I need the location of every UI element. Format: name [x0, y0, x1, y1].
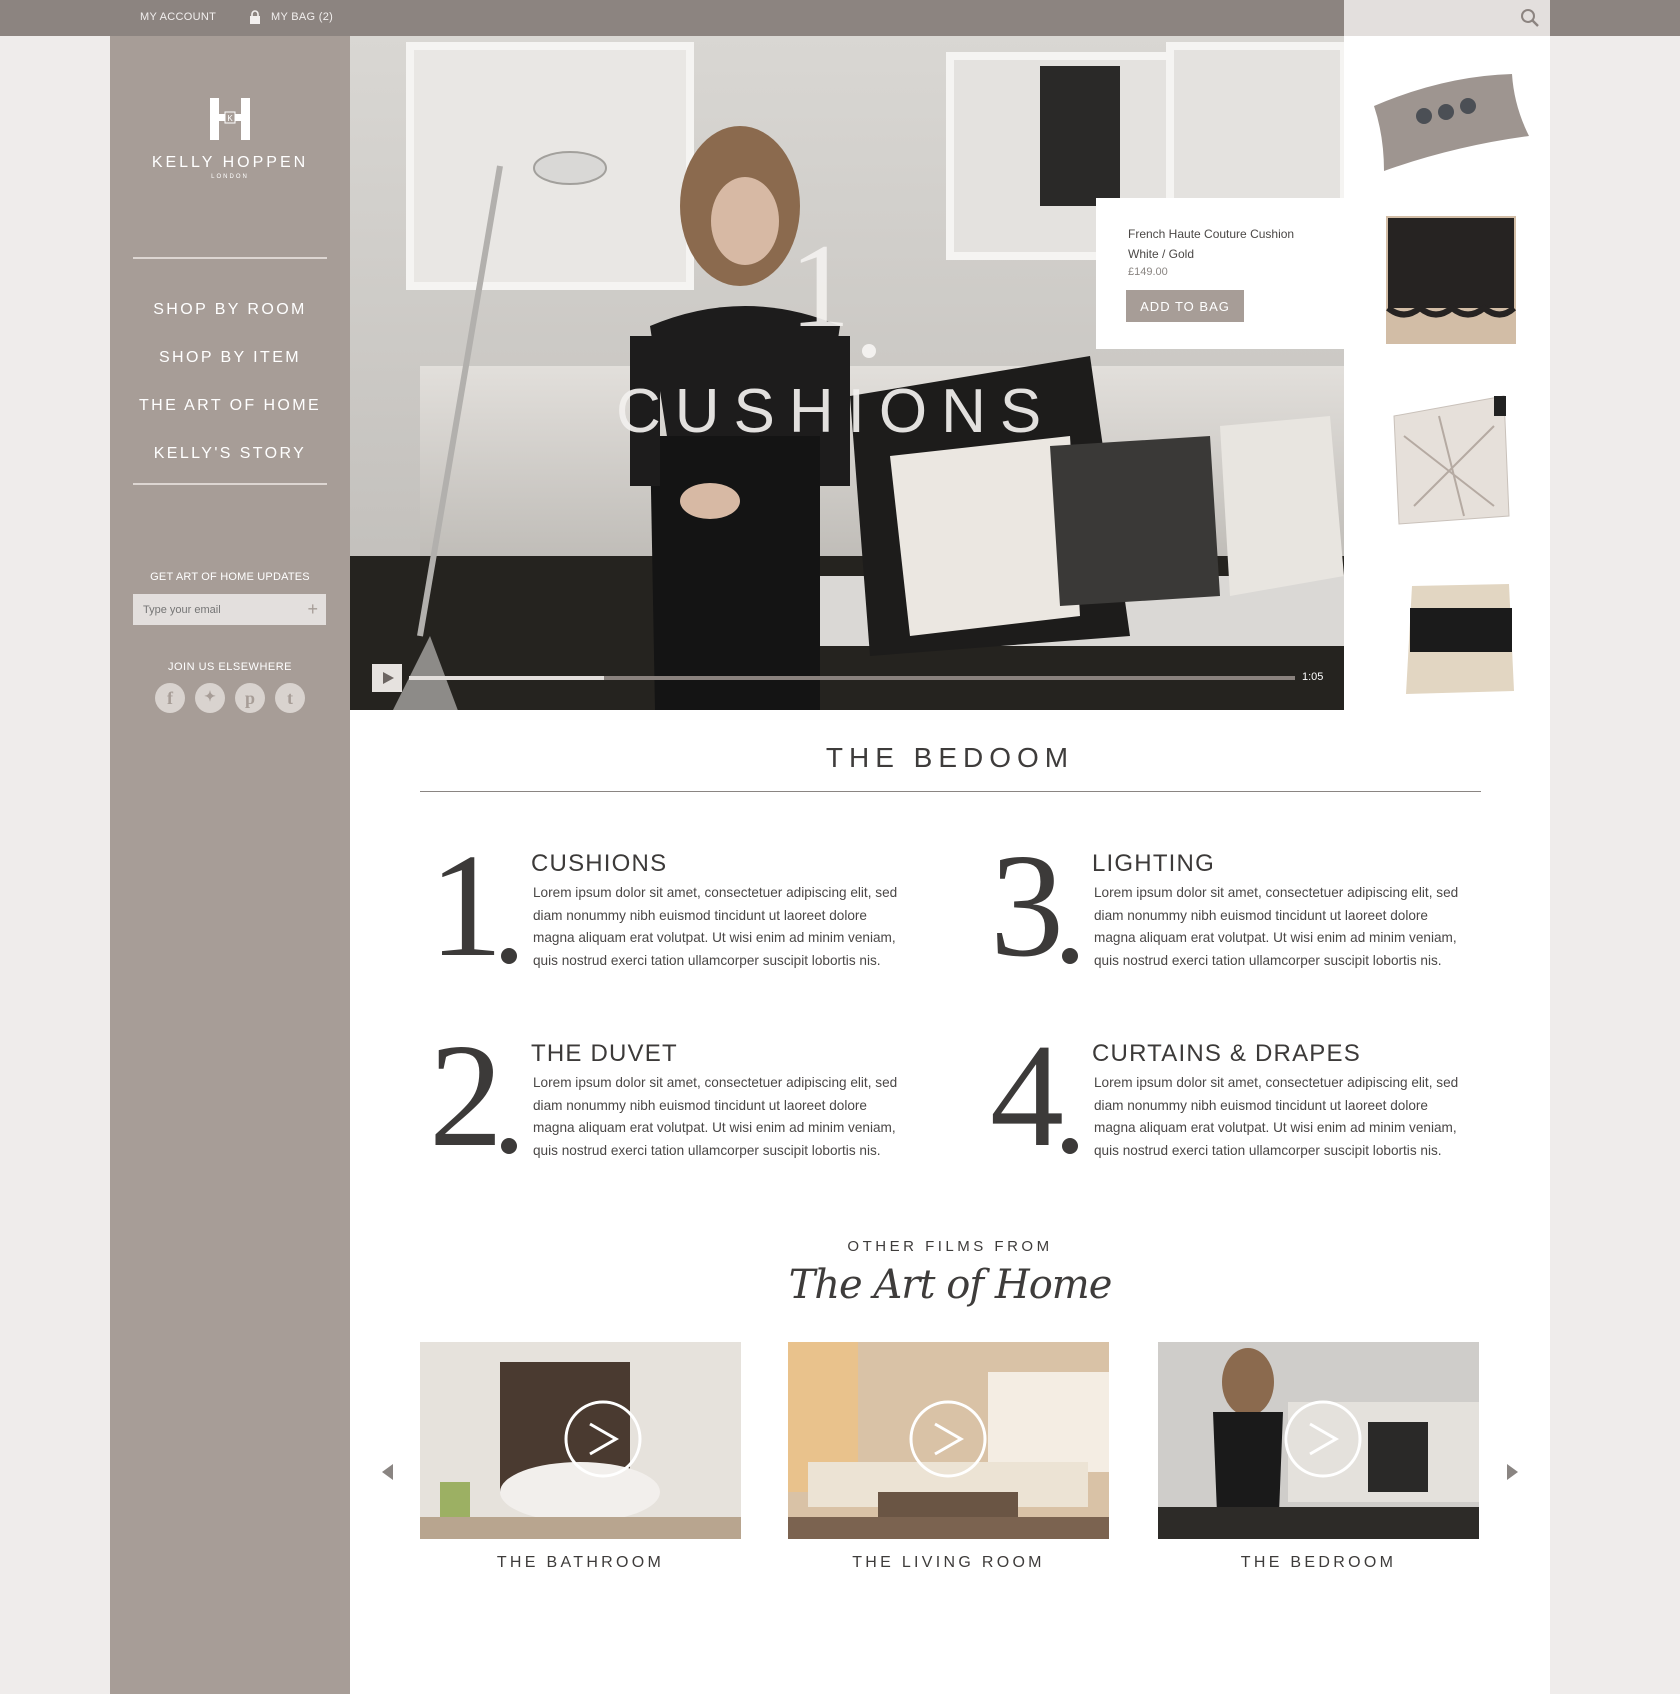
- item-dot: [501, 948, 517, 964]
- item-text: Lorem ipsum dolor sit amet, consectetuer…: [1094, 1075, 1459, 1158]
- bag-lock-icon: [250, 10, 260, 24]
- play-icon[interactable]: [372, 664, 402, 692]
- section-title: THE BEDOOM: [825, 742, 1075, 773]
- nav-art-of-home[interactable]: THE ART OF HOME: [110, 382, 350, 430]
- list-item: 3 LIGHTING Lorem ipsum dolor sit amet, c…: [990, 832, 1470, 984]
- svg-text:K: K: [227, 114, 233, 123]
- divider: [133, 257, 327, 259]
- carousel-prev-icon[interactable]: [382, 1464, 393, 1480]
- films-script-title: The Art of Home: [788, 1262, 1113, 1308]
- item-dot: [1062, 948, 1078, 964]
- film-card-bathroom[interactable]: THE BATHROOM: [420, 1342, 741, 1572]
- submit-plus-icon[interactable]: +: [307, 600, 318, 618]
- product-popup: French Haute Couture Cushion White / Gold…: [1096, 198, 1344, 349]
- pinterest-icon[interactable]: p: [235, 683, 265, 713]
- video-frame-image: [350, 36, 1344, 710]
- item-title: CUSHIONS: [531, 850, 668, 877]
- social-label: JOIN US ELSEWHERE: [167, 661, 293, 673]
- film-thumbnail[interactable]: [420, 1342, 741, 1539]
- newsletter-label: GET ART OF HOME UPDATES: [150, 571, 310, 583]
- add-to-bag-button[interactable]: ADD TO BAG: [1126, 290, 1244, 322]
- my-bag-link[interactable]: MY BAG (2): [271, 11, 333, 23]
- section-divider: [420, 791, 1481, 792]
- item-number: 3: [990, 824, 1064, 988]
- newsletter-form: +: [133, 594, 326, 625]
- sidebar: K KELLY HOPPEN LONDON SHOP BY ROOM SHOP …: [110, 36, 350, 1694]
- video-player[interactable]: 1 CUSHIONS 1:05 French Haute Couture Cus…: [350, 36, 1344, 710]
- item-text: Lorem ipsum dolor sit amet, consectetuer…: [533, 1075, 898, 1158]
- item-dot: [1062, 1138, 1078, 1154]
- item-title: LIGHTING: [1092, 850, 1215, 877]
- list-item: 2 THE DUVET Lorem ipsum dolor sit amet, …: [429, 1022, 909, 1174]
- my-account-link[interactable]: MY ACCOUNT: [140, 11, 216, 23]
- thumb-cushion-pleated[interactable]: [1393, 395, 1510, 525]
- nav-shop-by-item[interactable]: SHOP BY ITEM: [110, 334, 350, 382]
- film-thumbnail[interactable]: [1158, 1342, 1479, 1539]
- item-number: 1: [429, 824, 503, 988]
- divider: [133, 483, 327, 485]
- video-overlay-number: 1: [790, 219, 850, 352]
- item-title: CURTAINS & DRAPES: [1092, 1040, 1361, 1067]
- video-overlay-title: CUSHIONS: [616, 377, 1056, 446]
- product-name-block: French Haute Couture Cushion White / Gold: [1128, 224, 1294, 264]
- brand-name: KELLY HOPPEN: [151, 154, 309, 171]
- twitter-icon[interactable]: ✦: [195, 683, 225, 713]
- video-time: 1:05: [1302, 671, 1324, 683]
- film-card-bedroom[interactable]: THE BEDROOM: [1158, 1342, 1479, 1572]
- list-item: 1 CUSHIONS Lorem ipsum dolor sit amet, c…: [429, 832, 909, 984]
- item-title: THE DUVET: [531, 1040, 678, 1067]
- thumb-cushion-lace[interactable]: [1386, 216, 1517, 344]
- thumb-cushion-buttons[interactable]: [1374, 74, 1529, 171]
- films-heading: OTHER FILMS FROM: [847, 1238, 1053, 1255]
- carousel-next-icon[interactable]: [1507, 1464, 1518, 1480]
- video-overlay-dot: [862, 344, 876, 358]
- facebook-icon[interactable]: f: [155, 683, 185, 713]
- product-name[interactable]: French Haute Couture Cushion: [1128, 227, 1294, 241]
- video-progress-fill: [409, 676, 604, 680]
- brand-logo[interactable]: K KELLY HOPPEN LONDON: [110, 98, 350, 180]
- main-nav: SHOP BY ROOM SHOP BY ITEM THE ART OF HOM…: [110, 286, 350, 478]
- product-variant: White / Gold: [1128, 247, 1195, 261]
- film-card-living-room[interactable]: THE LIVING ROOM: [788, 1342, 1109, 1572]
- top-bar: MY ACCOUNT MY BAG (2): [0, 0, 1680, 36]
- item-dot: [501, 1138, 517, 1154]
- item-number: 4: [990, 1014, 1064, 1178]
- film-label: THE LIVING ROOM: [852, 1554, 1045, 1571]
- brand-sub: LONDON: [211, 174, 249, 180]
- film-label: THE BATHROOM: [496, 1554, 665, 1571]
- search-icon[interactable]: [1520, 8, 1540, 28]
- item-number: 2: [429, 1014, 503, 1178]
- thumb-cushion-band[interactable]: [1406, 584, 1514, 694]
- search-box[interactable]: [1344, 0, 1550, 36]
- tumblr-icon[interactable]: t: [275, 683, 305, 713]
- video-controls: 1:05: [372, 664, 1324, 692]
- item-text: Lorem ipsum dolor sit amet, consectetuer…: [533, 885, 898, 968]
- brand-mark-icon: K: [210, 98, 250, 140]
- product-thumbnail-images: [1374, 74, 1529, 694]
- film-thumbnail[interactable]: [788, 1342, 1109, 1539]
- email-field[interactable]: [133, 594, 293, 625]
- film-label: THE BEDROOM: [1240, 1554, 1397, 1571]
- main-content: 1 CUSHIONS 1:05 French Haute Couture Cus…: [350, 36, 1550, 1694]
- product-thumbnails: [1344, 36, 1550, 710]
- nav-shop-by-room[interactable]: SHOP BY ROOM: [110, 286, 350, 334]
- list-item: 4 CURTAINS & DRAPES Lorem ipsum dolor si…: [990, 1022, 1470, 1174]
- item-text: Lorem ipsum dolor sit amet, consectetuer…: [1094, 885, 1459, 968]
- product-price: £149.00: [1128, 266, 1168, 278]
- nav-kellys-story[interactable]: KELLY'S STORY: [110, 430, 350, 478]
- social-links: f ✦ p t: [155, 683, 305, 713]
- video-progress[interactable]: [409, 676, 1295, 680]
